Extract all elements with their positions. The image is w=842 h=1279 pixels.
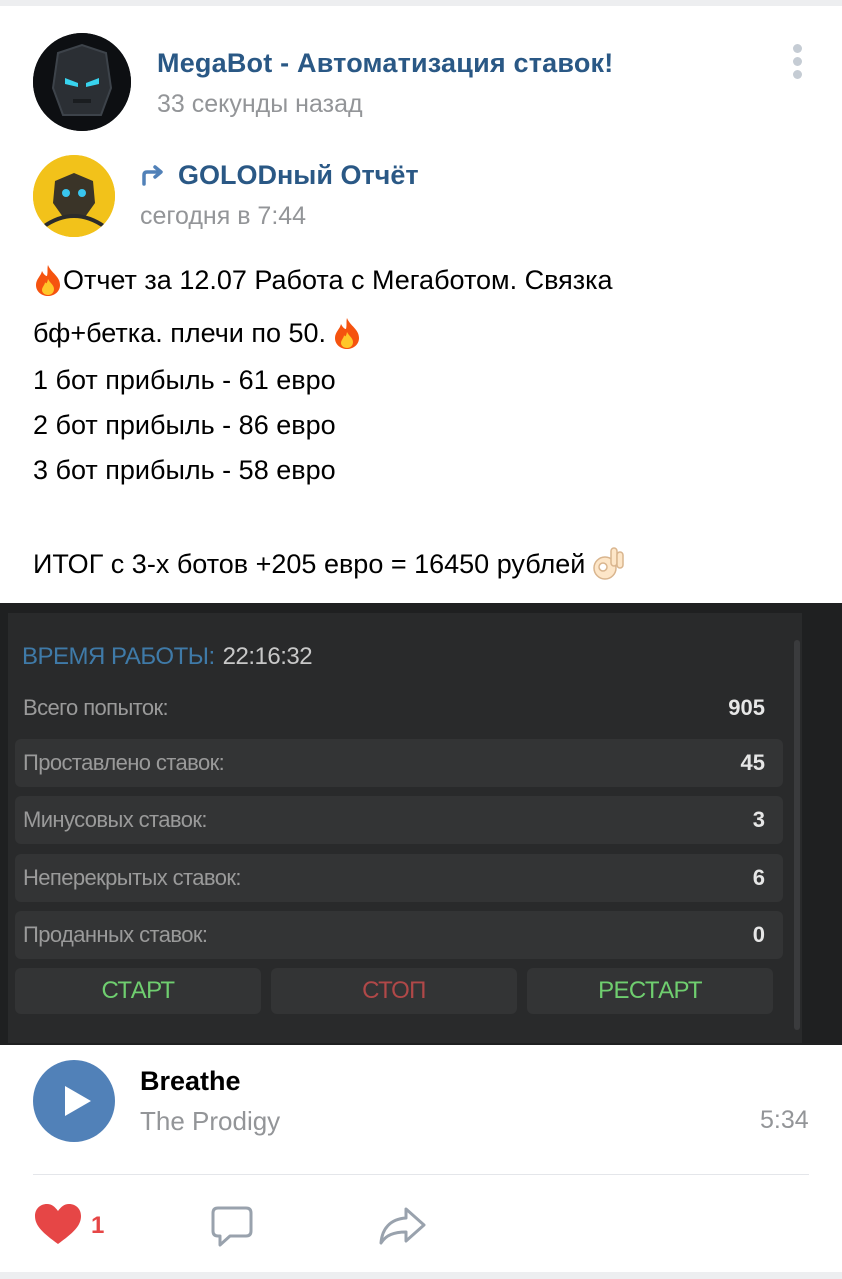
divider — [33, 1174, 809, 1175]
play-icon[interactable] — [33, 1060, 115, 1142]
stop-button[interactable]: СТОП — [271, 968, 517, 1014]
heart-icon[interactable] — [33, 1202, 83, 1248]
post-text-line: Отчет за 12.07 Работа с Мегаботом. Связк… — [33, 263, 613, 297]
comment-icon[interactable] — [210, 1205, 254, 1249]
track-duration: 5:34 — [760, 1106, 809, 1134]
post-timestamp[interactable]: 33 секунды назад — [157, 90, 363, 119]
repost-timestamp[interactable]: сегодня в 7:44 — [140, 202, 306, 231]
stat-row: Всего попыток: 905 — [23, 695, 765, 720]
repost-avatar[interactable] — [33, 155, 115, 237]
more-vertical-icon[interactable] — [788, 44, 806, 82]
fire-icon — [36, 265, 60, 296]
track-artist[interactable]: The Prodigy — [140, 1106, 280, 1137]
author-name[interactable]: MegaBot - Автоматизация ставок! — [157, 48, 613, 79]
panel-scrollbar — [794, 640, 800, 1030]
share-icon[interactable] — [378, 1205, 428, 1247]
start-button[interactable]: СТАРТ — [15, 968, 261, 1014]
post-text-line: 3 бот прибыль - 58 евро — [33, 455, 336, 485]
uptime-display: ВРЕМЯ РАБОТЫ: 22:16:32 — [22, 643, 313, 671]
like-count[interactable]: 1 — [91, 1212, 104, 1240]
ok-hand-icon — [593, 547, 625, 580]
track-title[interactable]: Breathe — [140, 1066, 241, 1097]
stat-row: Проставлено ставок: 45 — [15, 739, 783, 787]
stat-row: Неперекрытых ставок: 6 — [15, 854, 783, 902]
uptime-label: ВРЕМЯ РАБОТЫ: — [22, 643, 215, 670]
repost-source-label: GOLODный Отчёт — [178, 160, 419, 190]
post-text-line: бф+бетка. плечи по 50. — [33, 316, 362, 350]
post-text-line: ИТОГ с 3-х ботов +205 евро = 16450 рубле… — [33, 546, 625, 582]
uptime-value: 22:16:32 — [222, 643, 313, 670]
fire-icon — [335, 318, 360, 349]
restart-button[interactable]: РЕСТАРТ — [527, 968, 773, 1014]
post-text-line: 2 бот прибыль - 86 евро — [33, 410, 336, 440]
stat-row: Проданных ставок: 0 — [15, 911, 783, 959]
author-avatar[interactable] — [33, 33, 131, 131]
repost-source-name[interactable]: GOLODный Отчёт — [140, 160, 419, 191]
repost-arrow-icon — [142, 164, 163, 186]
post-text-line: 1 бот прибыль - 61 евро — [33, 365, 336, 395]
stat-row: Минусовых ставок: 3 — [15, 796, 783, 844]
